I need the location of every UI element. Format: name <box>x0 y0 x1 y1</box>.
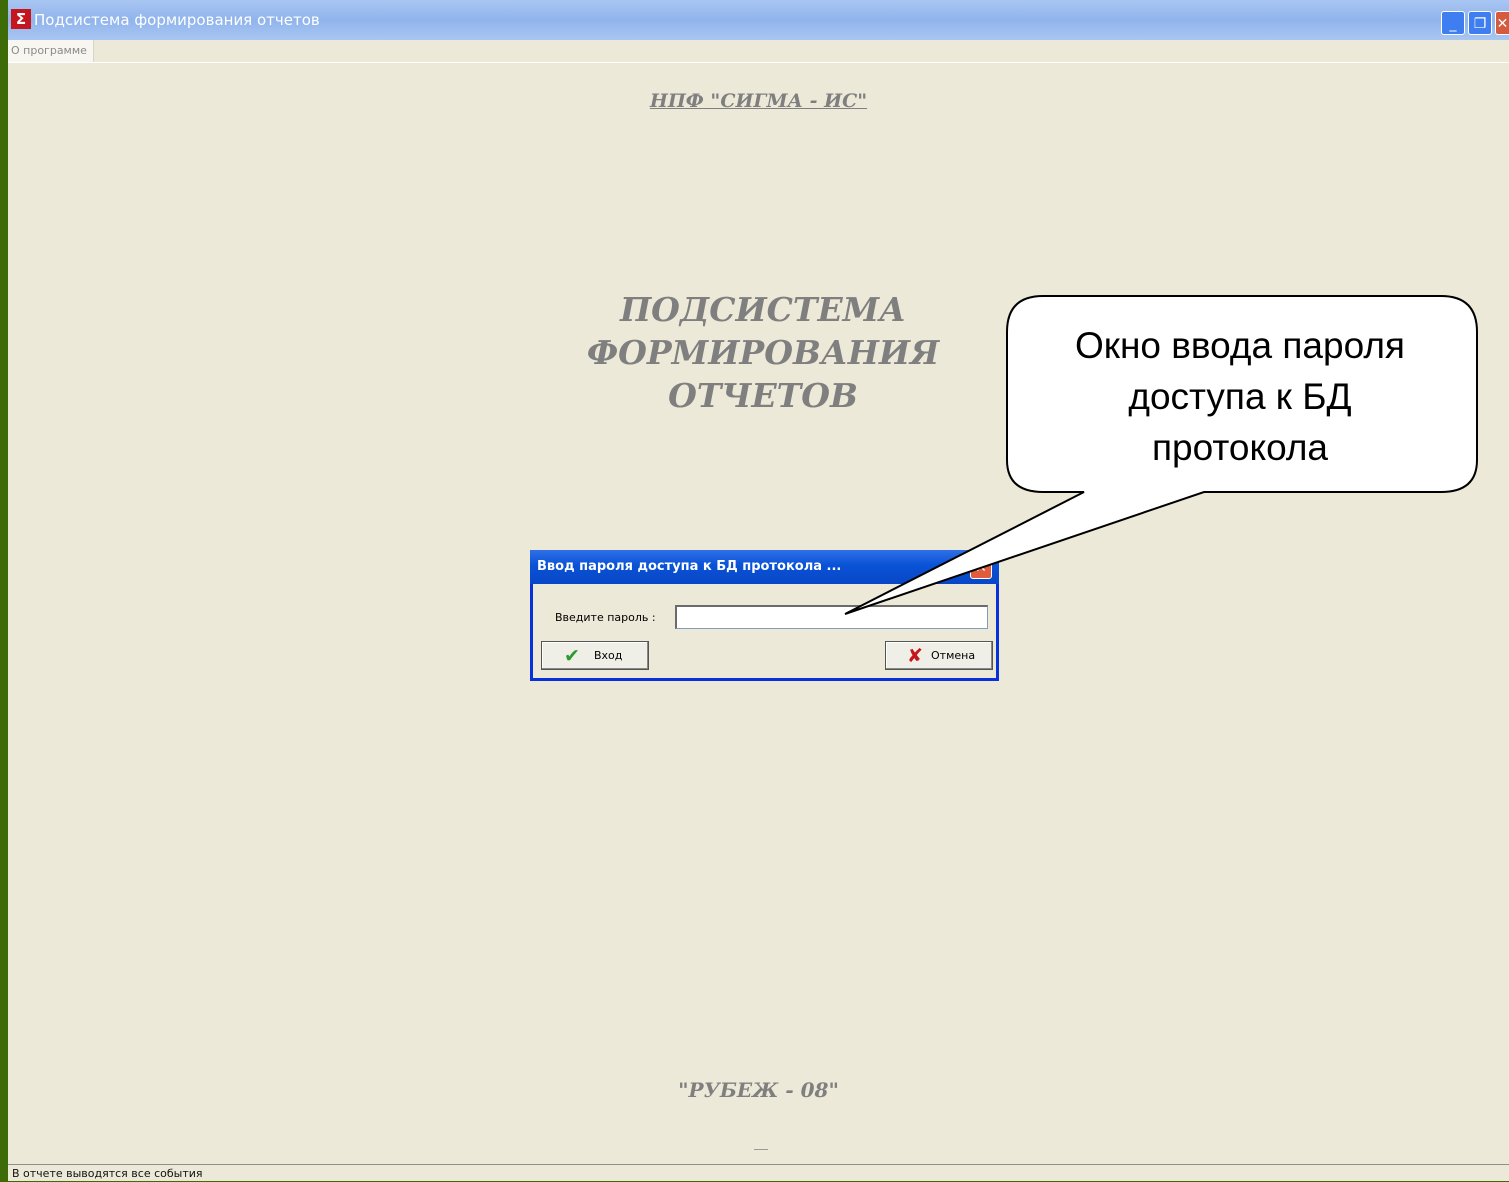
callout-line-3: протокола <box>1151 427 1329 468</box>
callout-shape <box>844 295 1478 615</box>
callout-text: Окно ввода пароля доступа к БД протокола <box>1005 320 1475 473</box>
callout-line-2: доступа к БД <box>1128 376 1352 417</box>
callout-line-1: Окно ввода пароля <box>1075 325 1405 366</box>
